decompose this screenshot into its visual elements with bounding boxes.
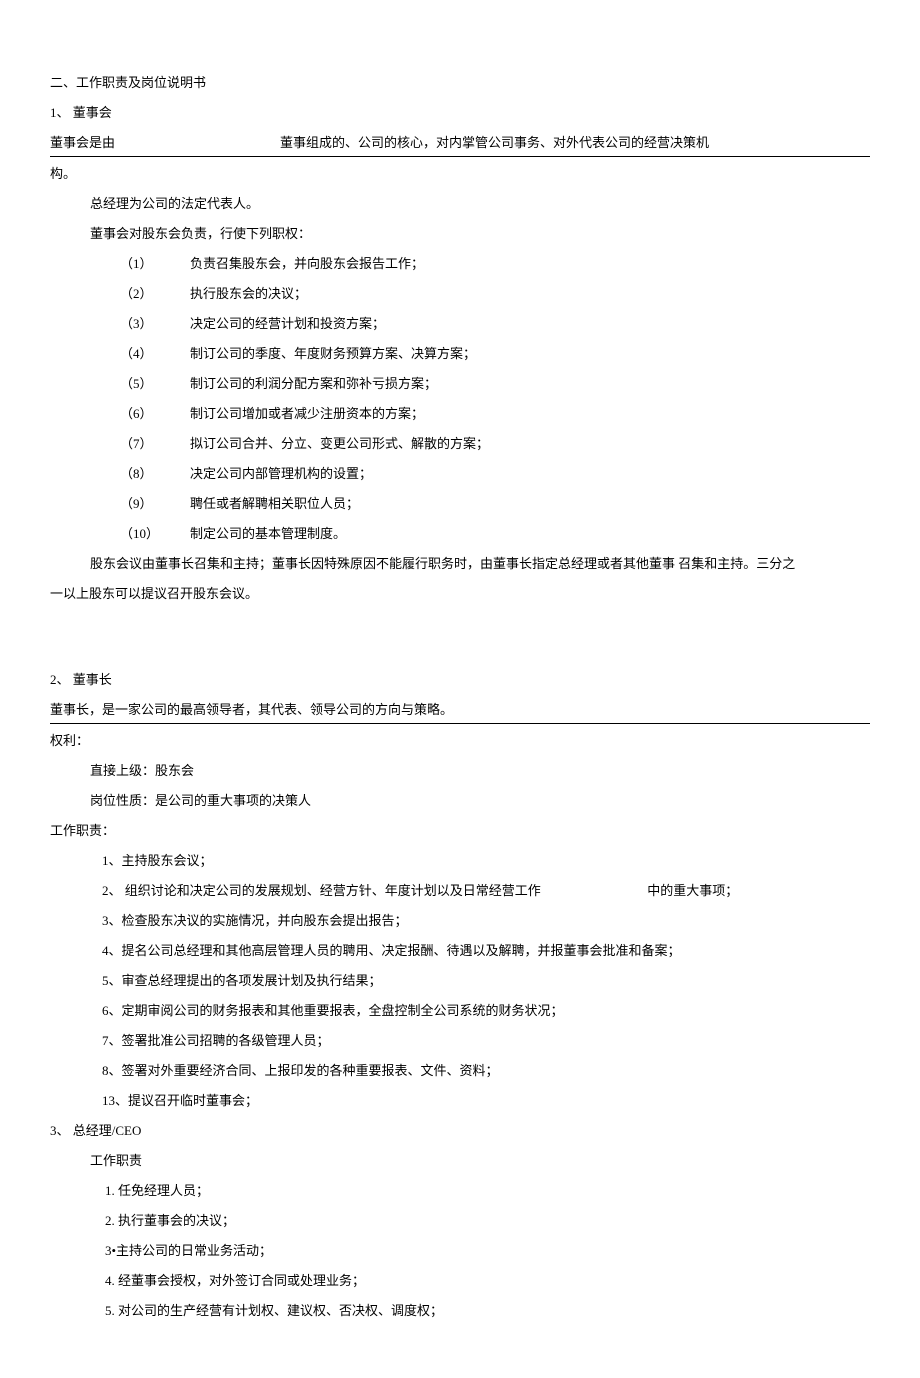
section2-r2: 岗位性质：是公司的重大事项的决策人: [50, 788, 870, 814]
section1-title: 1、 董事会: [50, 100, 870, 126]
section1-p3a: 股东会议由董事长召集和主持；董事长因特殊原因不能履行职务时，由董事长指定总经理或…: [50, 551, 870, 577]
section1-line-after: 构。: [50, 161, 870, 187]
list-num: （8）: [120, 461, 190, 487]
section2-underlined-line: 董事长，是一家公司的最高领导者，其代表、领导公司的方向与策略。: [50, 697, 870, 724]
list-num: （10）: [120, 521, 190, 547]
list-num: （4）: [120, 341, 190, 367]
list-num: （6）: [120, 401, 190, 427]
list-text: 决定公司的经营计划和投资方案；: [190, 311, 870, 337]
list-text: 执行股东会的决议；: [190, 281, 870, 307]
list-num: （2）: [120, 281, 190, 307]
blank-gap: [115, 130, 280, 156]
spacer: [50, 611, 870, 667]
job-item: 4、提名公司总经理和其他高层管理人员的聘用、决定报酬、待遇以及解聘，并报董事会批…: [102, 938, 870, 964]
list-item: （7） 拟订公司合并、分立、变更公司形式、解散的方案；: [120, 431, 870, 457]
section3-title: 3、 总经理/CEO: [50, 1118, 870, 1144]
section1-line-post: 董事组成的、公司的核心，对内掌管公司事务、对外代表公司的经营决策机: [280, 130, 709, 156]
list-item: （8） 决定公司内部管理机构的设置；: [120, 461, 870, 487]
list-num: （7）: [120, 431, 190, 457]
list-item: （6） 制订公司增加或者减少注册资本的方案；: [120, 401, 870, 427]
list-num: （1）: [120, 251, 190, 277]
job-item: 6、定期审阅公司的财务报表和其他重要报表，全盘控制全公司系统的财务状况；: [102, 998, 870, 1024]
section2-line-under: 董事长，是一家公司的最高领导者，其代表、领导公司的方向与策略。: [50, 697, 453, 723]
list-text: 聘任或者解聘相关职位人员；: [190, 491, 870, 517]
section1-line-pre: 董事会是由: [50, 130, 115, 156]
list-text: 制订公司的季度、年度财务预算方案、决算方案；: [190, 341, 870, 367]
job-item: 4. 经董事会授权，对外签订合同或处理业务；: [105, 1268, 870, 1294]
list-text: 决定公司内部管理机构的设置；: [190, 461, 870, 487]
section2-rights-label: 权利：: [50, 728, 870, 754]
job-item: 7、签署批准公司招聘的各级管理人员；: [102, 1028, 870, 1054]
list-item: （5） 制订公司的利润分配方案和弥补亏损方案；: [120, 371, 870, 397]
job-item: 3•主持公司的日常业务活动；: [105, 1238, 870, 1264]
section1-p1: 总经理为公司的法定代表人。: [50, 191, 870, 217]
section2-duties-label: 工作职责：: [50, 818, 870, 844]
list-text: 拟订公司合并、分立、变更公司形式、解散的方案；: [190, 431, 870, 457]
section3-list: 1. 任免经理人员； 2. 执行董事会的决议； 3•主持公司的日常业务活动； 4…: [50, 1178, 870, 1324]
job-item: 1、主持股东会议；: [102, 848, 870, 874]
list-num: （3）: [120, 311, 190, 337]
list-item: （2） 执行股东会的决议；: [120, 281, 870, 307]
section3-duties-label: 工作职责: [50, 1148, 870, 1174]
section2-r1: 直接上级：股东会: [50, 758, 870, 784]
section1-p2: 董事会对股东会负责，行使下列职权：: [50, 221, 870, 247]
list-item: （9） 聘任或者解聘相关职位人员；: [120, 491, 870, 517]
job-item2-a: 2、 组织讨论和决定公司的发展规划、经营方针、年度计划以及日常经营工作: [102, 883, 541, 898]
section2-title: 2、 董事长: [50, 667, 870, 693]
section-heading: 二、工作职责及岗位说明书: [50, 70, 870, 96]
job-item: 5. 对公司的生产经营有计划权、建议权、否决权、调度权；: [105, 1298, 870, 1324]
list-item: （4） 制订公司的季度、年度财务预算方案、决算方案；: [120, 341, 870, 367]
job-item: 1. 任免经理人员；: [105, 1178, 870, 1204]
job-item2-b: 中的重大事项；: [647, 883, 738, 898]
list-item: （10） 制定公司的基本管理制度。: [120, 521, 870, 547]
section2-duties-list: 1、主持股东会议； 2、 组织讨论和决定公司的发展规划、经营方针、年度计划以及日…: [50, 848, 870, 1114]
list-text: 制订公司增加或者减少注册资本的方案；: [190, 401, 870, 427]
section1-list: （1） 负责召集股东会，并向股东会报告工作； （2） 执行股东会的决议； （3）…: [50, 251, 870, 547]
list-text: 负责召集股东会，并向股东会报告工作；: [190, 251, 870, 277]
list-num: （9）: [120, 491, 190, 517]
job-item: 3、检查股东决议的实施情况，并向股东会提出报告；: [102, 908, 870, 934]
section1-underlined-line: 董事会是由 董事组成的、公司的核心，对内掌管公司事务、对外代表公司的经营决策机: [50, 130, 870, 157]
job-item: 5、审查总经理提出的各项发展计划及执行结果；: [102, 968, 870, 994]
job-item: 8、签署对外重要经济合同、上报印发的各种重要报表、文件、资料；: [102, 1058, 870, 1084]
list-num: （5）: [120, 371, 190, 397]
job-item: 2、 组织讨论和决定公司的发展规划、经营方针、年度计划以及日常经营工作 中的重大…: [102, 878, 870, 904]
job-item: 13、提议召开临时董事会；: [102, 1088, 870, 1114]
list-text: 制定公司的基本管理制度。: [190, 521, 870, 547]
list-item: （3） 决定公司的经营计划和投资方案；: [120, 311, 870, 337]
section1-p3b: 一以上股东可以提议召开股东会议。: [50, 581, 870, 607]
list-item: （1） 负责召集股东会，并向股东会报告工作；: [120, 251, 870, 277]
job-item: 2. 执行董事会的决议；: [105, 1208, 870, 1234]
list-text: 制订公司的利润分配方案和弥补亏损方案；: [190, 371, 870, 397]
